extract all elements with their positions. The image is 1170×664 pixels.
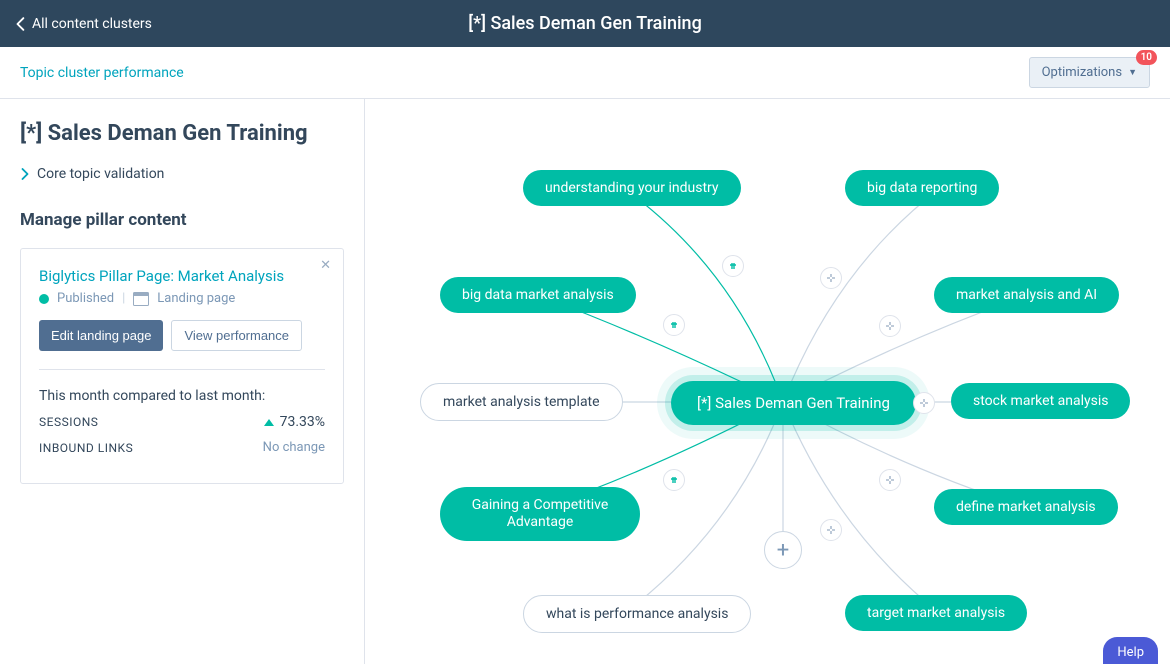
pillar-page-link[interactable]: Biglytics Pillar Page: Market Analysis bbox=[39, 267, 325, 285]
node-market-analysis-template[interactable]: market analysis template bbox=[420, 383, 623, 421]
landing-page-icon bbox=[133, 292, 149, 306]
broken-link-icon[interactable] bbox=[879, 469, 901, 491]
type-label: Landing page bbox=[157, 291, 235, 306]
link-icon[interactable] bbox=[663, 469, 685, 491]
add-node-button[interactable]: + bbox=[764, 531, 802, 569]
page-title: [*] Sales Deman Gen Training bbox=[20, 121, 344, 146]
node-target-market-analysis[interactable]: target market analysis bbox=[845, 595, 1027, 631]
broken-link-icon[interactable] bbox=[879, 315, 901, 337]
optimizations-badge: 10 bbox=[1136, 50, 1157, 65]
sessions-stat-row: SESSIONS 73.33% bbox=[39, 414, 325, 430]
inbound-stat-row: INBOUND LINKS No change bbox=[39, 440, 325, 455]
card-button-row: Edit landing page View performance bbox=[39, 320, 325, 351]
node-define-market-analysis[interactable]: define market analysis bbox=[934, 489, 1118, 525]
triangle-up-icon bbox=[264, 419, 274, 426]
caret-down-icon: ▼ bbox=[1128, 67, 1137, 78]
pillar-meta-row: Published | Landing page bbox=[39, 291, 325, 306]
compare-label: This month compared to last month: bbox=[39, 388, 325, 404]
node-performance-analysis[interactable]: what is performance analysis bbox=[523, 595, 751, 633]
content-area: [*] Sales Deman Gen Training Core topic … bbox=[0, 99, 1170, 664]
cluster-canvas[interactable]: [*] Sales Deman Gen Training understandi… bbox=[365, 99, 1170, 664]
status-dot-icon bbox=[39, 294, 49, 304]
manage-pillar-heading: Manage pillar content bbox=[20, 210, 344, 230]
back-label: All content clusters bbox=[32, 16, 152, 32]
meta-divider: | bbox=[122, 291, 125, 306]
node-gaining-competitive-advantage[interactable]: Gaining a Competitive Advantage bbox=[440, 487, 640, 541]
card-separator bbox=[39, 369, 325, 370]
node-understanding-industry[interactable]: understanding your industry bbox=[523, 170, 741, 206]
link-icon[interactable] bbox=[722, 255, 744, 277]
sessions-value: 73.33% bbox=[280, 414, 325, 430]
view-performance-button[interactable]: View performance bbox=[171, 320, 302, 351]
broken-link-icon[interactable] bbox=[820, 519, 842, 541]
close-icon[interactable]: ✕ bbox=[320, 259, 331, 272]
core-topic-validation-toggle[interactable]: Core topic validation bbox=[20, 166, 344, 182]
optimizations-dropdown[interactable]: Optimizations ▼ 10 bbox=[1029, 57, 1150, 88]
pillar-card: ✕ Biglytics Pillar Page: Market Analysis… bbox=[20, 248, 344, 484]
top-bar: All content clusters [*] Sales Deman Gen… bbox=[0, 0, 1170, 47]
node-market-analysis-ai[interactable]: market analysis and AI bbox=[934, 277, 1119, 313]
sessions-label: SESSIONS bbox=[39, 415, 98, 429]
optimizations-label: Optimizations bbox=[1042, 65, 1122, 80]
sub-bar: Topic cluster performance Optimizations … bbox=[0, 47, 1170, 99]
status-label: Published bbox=[57, 291, 114, 306]
node-big-data-market-analysis[interactable]: big data market analysis bbox=[440, 277, 636, 313]
help-button[interactable]: Help bbox=[1103, 637, 1158, 664]
link-icon[interactable] bbox=[663, 314, 685, 336]
chevron-right-icon bbox=[20, 168, 29, 180]
broken-link-icon[interactable] bbox=[913, 392, 935, 414]
edit-landing-page-button[interactable]: Edit landing page bbox=[39, 320, 163, 351]
sidebar: [*] Sales Deman Gen Training Core topic … bbox=[0, 99, 365, 664]
chevron-left-icon bbox=[16, 17, 26, 31]
page-header-title: [*] Sales Deman Gen Training bbox=[468, 13, 702, 34]
node-stock-market-analysis[interactable]: stock market analysis bbox=[951, 383, 1130, 419]
back-link[interactable]: All content clusters bbox=[16, 16, 152, 32]
validation-label: Core topic validation bbox=[37, 166, 164, 182]
topic-cluster-performance-link[interactable]: Topic cluster performance bbox=[20, 65, 184, 81]
broken-link-icon[interactable] bbox=[820, 267, 842, 289]
center-node[interactable]: [*] Sales Deman Gen Training bbox=[671, 381, 916, 425]
inbound-value: No change bbox=[263, 440, 325, 455]
inbound-label: INBOUND LINKS bbox=[39, 441, 133, 455]
node-big-data-reporting[interactable]: big data reporting bbox=[845, 170, 999, 206]
